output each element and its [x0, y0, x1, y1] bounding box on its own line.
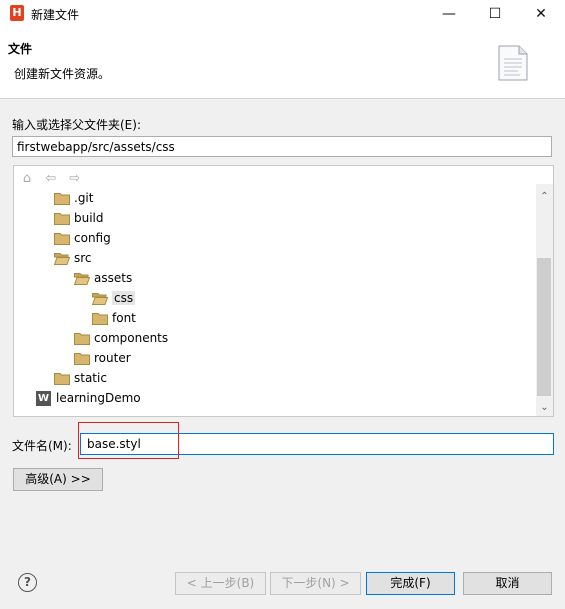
- scrollbar-thumb[interactable]: [537, 258, 551, 396]
- tree-item-components[interactable]: components: [74, 328, 168, 348]
- home-icon[interactable]: ⌂: [18, 170, 36, 188]
- folder-open-icon: [92, 293, 108, 305]
- header-description: 创建新文件资源。: [14, 67, 111, 81]
- tree-item-font[interactable]: font: [92, 308, 136, 328]
- tree-item-label: learningDemo: [56, 391, 141, 405]
- folder-icon: [54, 373, 70, 385]
- back-button[interactable]: < 上一步(B): [175, 572, 266, 595]
- advanced-button[interactable]: 高级(A) >>: [13, 468, 103, 491]
- folder-open-icon: [74, 273, 90, 285]
- folder-icon: [92, 313, 108, 325]
- cancel-button[interactable]: 取消: [463, 572, 552, 595]
- scroll-up-icon[interactable]: ⌃: [536, 188, 553, 205]
- file-name-label: 文件名(M):: [12, 439, 72, 453]
- wizard-header: 文件 创建新文件资源。: [0, 28, 565, 99]
- folder-icon: [74, 333, 90, 345]
- tree-item-src[interactable]: src: [54, 248, 92, 268]
- tree-toolbar: ⌂ ⇦ ⇨: [18, 170, 86, 188]
- header-title: 文件: [8, 42, 33, 56]
- folder-open-icon: [54, 253, 70, 265]
- tree-item-label: css: [112, 291, 136, 305]
- close-button[interactable]: ✕: [518, 0, 564, 28]
- help-icon[interactable]: ?: [18, 573, 37, 592]
- tree-item-label: config: [74, 231, 111, 245]
- tree-item-config[interactable]: config: [54, 228, 111, 248]
- folder-icon: [74, 353, 90, 365]
- tree-item-label: static: [74, 371, 107, 385]
- web-project-icon: W: [36, 391, 51, 406]
- title-bar: H 新建文件 — ☐ ✕: [0, 0, 565, 28]
- tree-item-label: build: [74, 211, 104, 225]
- window-title: 新建文件: [31, 8, 80, 22]
- tree-item-assets[interactable]: assets: [74, 268, 132, 288]
- folder-icon: [54, 213, 70, 225]
- parent-folder-input[interactable]: [12, 136, 552, 157]
- back-arrow-icon[interactable]: ⇦: [42, 170, 60, 188]
- parent-folder-label: 输入或选择父文件夹(E):: [12, 118, 141, 132]
- tree-item-label: components: [94, 331, 169, 345]
- scroll-down-icon[interactable]: ⌄: [536, 399, 553, 416]
- tree-item-learningdemo[interactable]: WlearningDemo: [36, 388, 141, 408]
- tree-item-static[interactable]: static: [54, 368, 107, 388]
- tree-item-label: router: [94, 351, 131, 365]
- new-file-icon: [498, 45, 528, 81]
- tree-item-label: .git: [74, 191, 94, 205]
- finish-button[interactable]: 完成(F): [366, 572, 455, 595]
- tree-item-css[interactable]: css: [92, 288, 136, 308]
- minimize-button[interactable]: —: [426, 0, 472, 28]
- tree-item-build[interactable]: build: [54, 208, 104, 228]
- tree-item-label: font: [112, 311, 136, 325]
- tree-item-label: assets: [94, 271, 133, 285]
- app-icon: H: [10, 5, 24, 21]
- maximize-button[interactable]: ☐: [472, 0, 518, 28]
- folder-tree[interactable]: ⌂ ⇦ ⇨ .git build config src assets css f…: [13, 165, 554, 417]
- folder-icon: [54, 233, 70, 245]
- tree-item-label: src: [74, 251, 92, 265]
- tree-scrollbar[interactable]: ⌃ ⌄: [536, 184, 553, 416]
- file-name-input[interactable]: [80, 433, 554, 455]
- tree-item-router[interactable]: router: [74, 348, 131, 368]
- tree-item-git[interactable]: .git: [54, 188, 93, 208]
- folder-icon: [54, 193, 70, 205]
- next-button[interactable]: 下一步(N) >: [270, 572, 361, 595]
- forward-arrow-icon[interactable]: ⇨: [66, 170, 84, 188]
